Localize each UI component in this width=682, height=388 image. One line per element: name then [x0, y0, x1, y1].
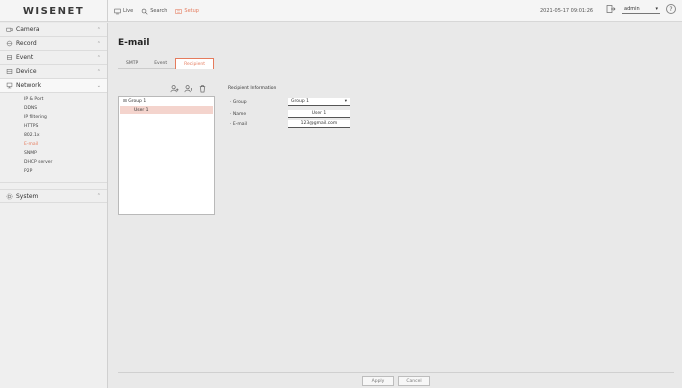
submenu-item-https[interactable]: HTTPS	[24, 122, 107, 131]
submenu-item-snmp[interactable]: SNMP	[24, 149, 107, 158]
datetime-display: 2021-05-17 09:01:26	[540, 8, 594, 14]
sidebar-item-network[interactable]: Network ⌄	[0, 79, 107, 93]
wisenet-logo: WISENET	[22, 5, 85, 17]
user-name: admin	[624, 5, 640, 12]
tab-smtp[interactable]: SMTP	[118, 58, 147, 69]
submenu-item-email[interactable]: E-mail	[24, 140, 107, 149]
name-field-row: · Name User 1	[230, 110, 350, 118]
sidebar: Camera ⌃ Record ⌃ Event ⌃ Device ⌃ Netwo…	[0, 23, 108, 388]
sidebar-item-label: Device	[16, 68, 37, 75]
user-dropdown[interactable]: admin ▾	[622, 4, 660, 14]
network-submenu: IP & Port DDNS IP filtering HTTPS 802.1x…	[0, 93, 107, 183]
nav-search-label: Search	[150, 8, 168, 14]
network-icon	[6, 82, 13, 89]
recipient-info-title: Recipient Information	[228, 86, 277, 91]
event-icon	[7, 55, 12, 60]
chevron-down-icon: ▾	[655, 5, 658, 12]
sidebar-item-label: Event	[16, 54, 34, 61]
sidebar-item-event[interactable]: Event ⌃	[0, 51, 107, 65]
apply-button[interactable]: Apply	[362, 376, 394, 386]
submenu-item-8021x[interactable]: 802.1x	[24, 131, 107, 140]
tree-toolbar	[170, 84, 207, 93]
setup-icon	[175, 8, 182, 14]
group-field-row: · Group Group 1 ▾	[230, 98, 350, 106]
top-bar: WISENET Live Search Setup 2021-05-17 09:…	[0, 0, 682, 22]
tree-group-label: Group 1	[128, 99, 147, 104]
device-icon	[6, 69, 13, 74]
submenu-item-ip-filtering[interactable]: IP filtering	[24, 113, 107, 122]
top-navigation: Live Search Setup	[114, 0, 199, 22]
submenu-item-dhcp-server[interactable]: DHCP server	[24, 158, 107, 167]
logout-icon[interactable]	[606, 4, 616, 14]
tree-user-label: User 1	[134, 107, 149, 113]
nav-search[interactable]: Search	[141, 8, 167, 15]
tree-user-node[interactable]: User 1	[120, 106, 213, 114]
email-input[interactable]: 123@gmail.com	[288, 120, 350, 128]
sidebar-item-device[interactable]: Device ⌃	[0, 65, 107, 79]
recipient-tree: ⊟ Group 1 User 1	[118, 96, 215, 215]
user-area: admin ▾ ?	[606, 4, 676, 14]
submenu-item-p2p[interactable]: P2P	[24, 167, 107, 176]
monitor-icon	[114, 8, 121, 14]
sidebar-item-label: Camera	[16, 26, 40, 33]
record-icon	[6, 40, 13, 47]
chevron-up-icon: ⌃	[96, 54, 101, 61]
email-field-row: · E-mail 123@gmail.com	[230, 120, 350, 128]
sidebar-item-record[interactable]: Record ⌃	[0, 37, 107, 51]
main-content: E-mail SMTP Event Recipient	[118, 38, 674, 69]
chevron-up-icon: ⌃	[96, 193, 101, 199]
camera-icon	[6, 27, 13, 32]
nav-setup-label: Setup	[184, 8, 199, 14]
sidebar-item-system[interactable]: System ⌃	[0, 189, 107, 203]
tab-recipient[interactable]: Recipient	[175, 58, 215, 69]
tab-event[interactable]: Event	[146, 58, 176, 69]
search-icon	[141, 8, 148, 14]
group-select[interactable]: Group 1 ▾	[288, 98, 350, 106]
page-title: E-mail	[118, 38, 150, 48]
tab-bar: SMTP Event Recipient	[118, 58, 215, 69]
chevron-down-icon: ▾	[344, 99, 347, 104]
nav-live-label: Live	[123, 8, 134, 14]
chevron-up-icon: ⌃	[96, 68, 101, 75]
tree-group-node[interactable]: ⊟ Group 1	[119, 97, 214, 106]
sidebar-item-label: Network	[16, 82, 42, 89]
group-value: Group 1	[291, 99, 309, 104]
cancel-button[interactable]: Cancel	[398, 376, 430, 386]
footer-buttons: Apply Cancel	[362, 376, 430, 386]
logo-area: WISENET	[0, 0, 108, 22]
nav-live[interactable]: Live	[114, 8, 133, 15]
group-label: · Group	[230, 99, 247, 105]
sidebar-item-camera[interactable]: Camera ⌃	[0, 23, 107, 37]
gear-icon	[6, 193, 13, 199]
name-input[interactable]: User 1	[288, 110, 350, 118]
add-user-icon[interactable]	[184, 84, 193, 93]
submenu-item-ip-port[interactable]: IP & Port	[24, 95, 107, 104]
trash-icon[interactable]	[198, 84, 207, 93]
sidebar-item-label: System	[16, 192, 39, 200]
add-group-icon[interactable]	[170, 84, 179, 93]
chevron-up-icon: ⌃	[96, 26, 101, 33]
name-label: · Name	[230, 111, 247, 117]
sidebar-item-label: Record	[16, 40, 37, 47]
submenu-item-ddns[interactable]: DDNS	[24, 104, 107, 113]
bottom-divider	[118, 372, 674, 373]
nav-setup[interactable]: Setup	[175, 8, 199, 15]
help-icon[interactable]: ?	[666, 4, 676, 14]
chevron-up-icon: ⌃	[96, 40, 101, 47]
email-label: · E-mail	[230, 121, 247, 127]
chevron-down-icon: ⌄	[96, 82, 101, 89]
